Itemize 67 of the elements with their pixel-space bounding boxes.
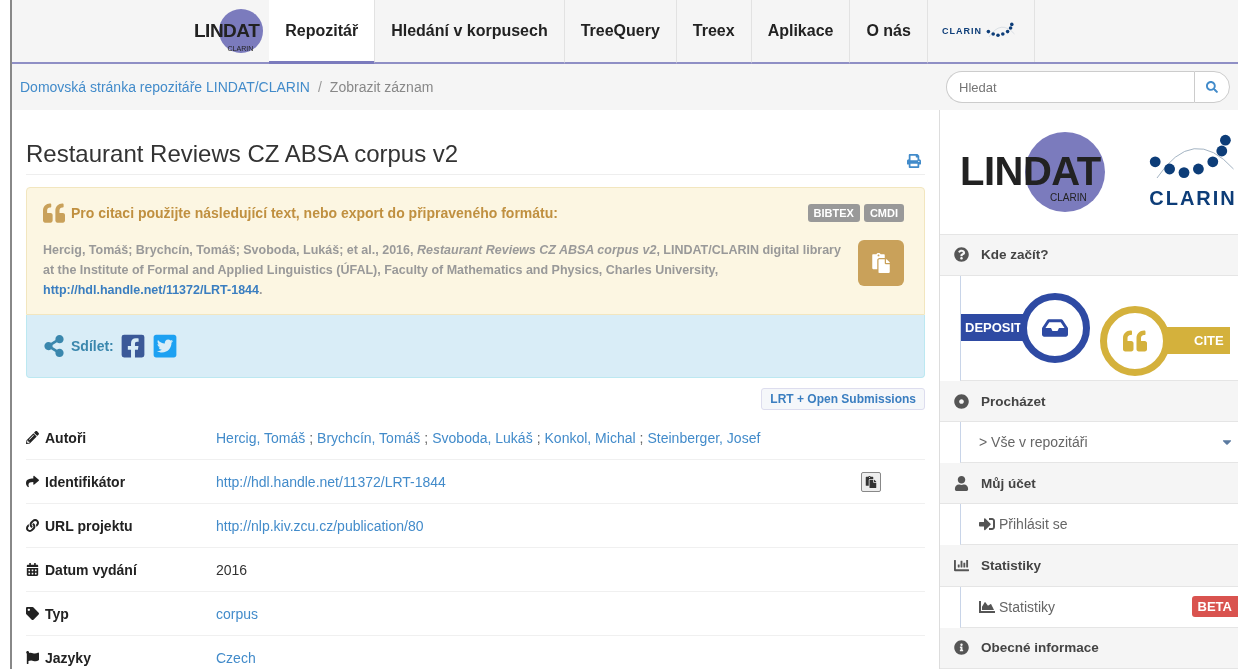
section-header[interactable]: Obecné informace — [940, 627, 1238, 669]
citation-text: Hercig, Tomáš; Brychcín, Tomáš; Svoboda, Lukáš; et al., 2016, Restaurant Reviews CZ ABSA corpus v2, LINDAT/CLARIN digital library at the Institute of Formal and Applied Linguistics (ÚFAL), Faculty of Mathematics and Physics, Charles University, http://hdl.handle.net/11372/LRT-1844. — [43, 242, 842, 299]
clipboard-icon — [871, 253, 891, 273]
copy-button[interactable] — [861, 471, 881, 492]
sidebar-item[interactable]: Přihlásit se — [961, 504, 1238, 545]
clarin-logo: CLARIN — [1148, 133, 1238, 211]
value-link[interactable]: http://nlp.kiv.zcu.cz/publication/80 — [216, 517, 424, 534]
section-header[interactable]: Statistiky — [940, 545, 1238, 587]
section-header[interactable]: Procházet — [940, 380, 1238, 423]
flag-icon — [26, 651, 39, 664]
link-icon — [26, 519, 39, 532]
clarin-logo[interactable]: CLARIN — [927, 0, 1035, 62]
area-chart-icon — [979, 598, 995, 615]
breadcrumb-separator: / — [317, 79, 322, 95]
breadcrumb-current: Zobrazit záznam — [329, 79, 434, 95]
value-link[interactable]: Svoboda, Lukáš — [432, 429, 533, 446]
pencil-icon — [26, 431, 39, 444]
section-header[interactable]: Kde začít? — [940, 234, 1238, 276]
section-header[interactable]: Můj účet — [940, 463, 1238, 505]
collection-link[interactable]: LRT + Open Submissions — [761, 388, 925, 410]
quote-icon — [1123, 328, 1148, 353]
copy-citation-button[interactable] — [858, 240, 904, 286]
field-label: Autoři — [45, 429, 87, 446]
calendar-icon — [26, 563, 39, 576]
field-label: Identifikátor — [45, 473, 126, 490]
separator: ; — [424, 429, 429, 446]
separator: ; — [639, 429, 644, 446]
search-button[interactable] — [1194, 71, 1230, 103]
value-link[interactable]: Czech — [216, 649, 256, 666]
value-link[interactable]: Brychcín, Tomáš — [317, 429, 421, 446]
sidebar-item[interactable]: > Vše v repozitáři — [961, 422, 1238, 463]
quote-icon — [43, 202, 65, 224]
sidebar-item[interactable]: Statistiky BETA — [961, 586, 1238, 627]
share-arrow-icon — [26, 475, 39, 488]
clipboard-icon — [865, 475, 877, 488]
tag-icon — [26, 607, 39, 620]
help-icon — [954, 247, 969, 263]
nav-tab[interactable]: Repozitář — [269, 0, 376, 64]
beta-badge: BETA — [1191, 596, 1238, 618]
search-field[interactable]: Hledat — [946, 71, 1194, 103]
share-icon — [43, 335, 65, 357]
separator: ; — [309, 429, 314, 446]
value-link[interactable]: corpus — [216, 605, 259, 622]
search-icon — [1206, 81, 1218, 93]
value-link[interactable]: Konkol, Michal — [544, 429, 636, 446]
target-icon — [954, 393, 969, 409]
field-label: Typ — [45, 605, 69, 622]
share-label: Sdílet: — [71, 338, 114, 354]
field-label: Datum vydání — [45, 561, 137, 578]
network-dots-icon — [985, 22, 1016, 40]
facebook-icon[interactable] — [119, 333, 146, 359]
field-value: 2016 — [216, 561, 248, 578]
citation-heading: Pro citaci použijte následující text, nebo export do připraveného formátu: — [71, 205, 558, 221]
record-title: Restaurant Reviews CZ ABSA corpus v2 — [26, 140, 459, 168]
value-link[interactable]: Steinberger, Josef — [647, 429, 761, 446]
sign-in-icon — [979, 516, 995, 533]
value-link[interactable]: http://hdl.handle.net/11372/LRT-1844 — [216, 473, 446, 490]
twitter-icon[interactable] — [151, 333, 178, 359]
separator: ; — [536, 429, 541, 446]
print-icon[interactable] — [907, 154, 921, 168]
value-link[interactable]: Hercig, Tomáš — [216, 429, 306, 446]
user-icon — [954, 475, 969, 491]
bar-chart-icon — [954, 558, 969, 574]
info-icon — [954, 640, 969, 656]
field-label: Jazyky — [45, 649, 91, 666]
field-label: URL projektu — [45, 517, 133, 534]
breadcrumb-link[interactable]: Domovská stránka repozitáře LINDAT/CLARIN — [20, 79, 310, 95]
